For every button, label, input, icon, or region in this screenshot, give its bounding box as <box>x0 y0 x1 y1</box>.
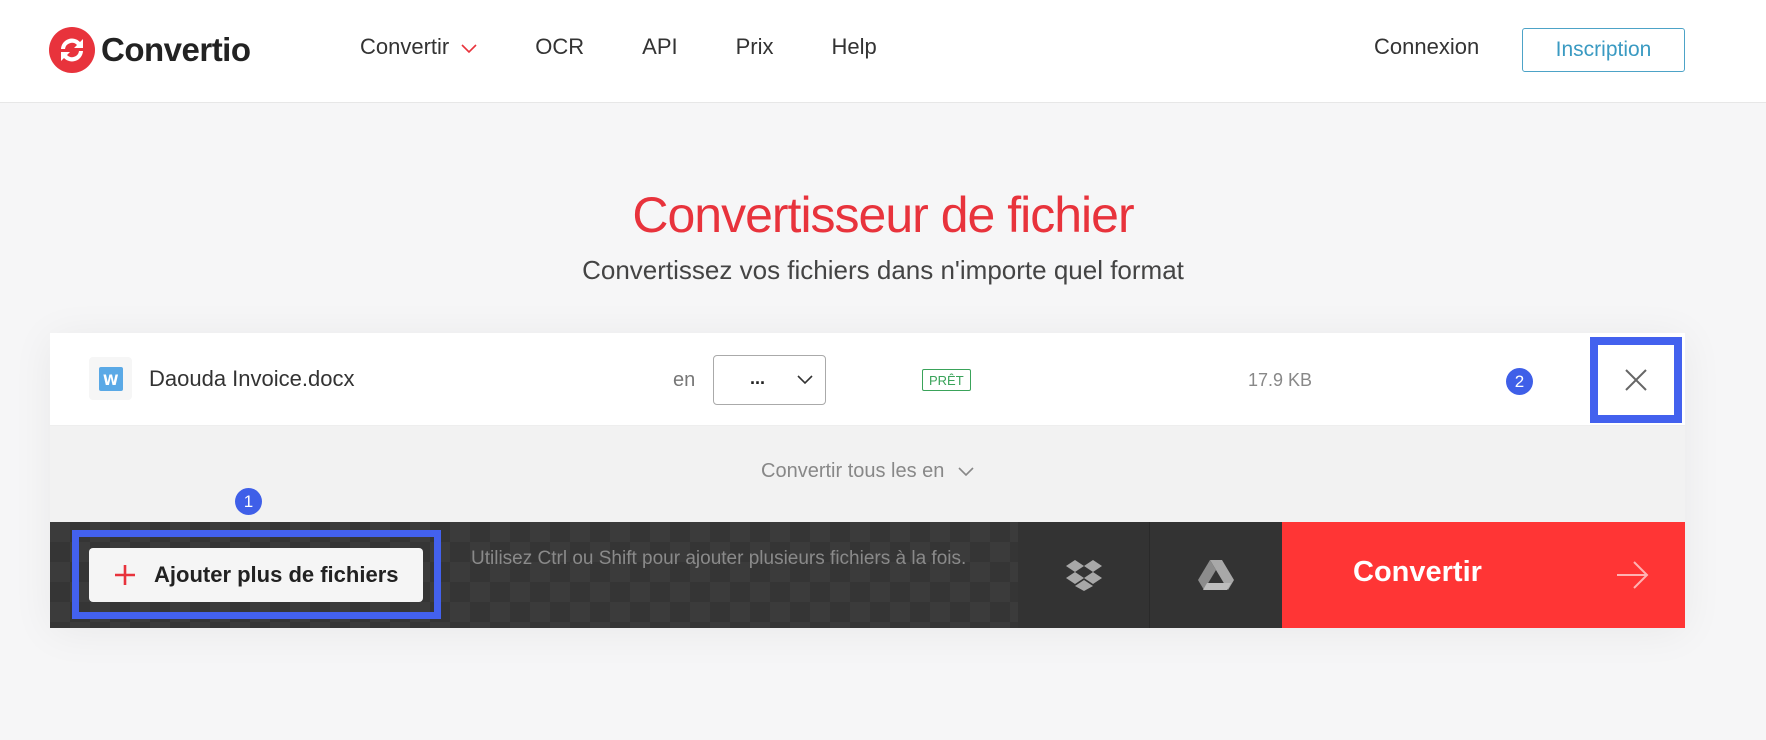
convert-all-dropdown[interactable]: Convertir tous les en <box>50 460 1685 483</box>
top-header: Convertio Convertir OCR API Prix Help Co… <box>0 0 1766 103</box>
nav-help[interactable]: Help <box>832 34 877 60</box>
dropbox-button[interactable] <box>1018 522 1150 628</box>
annotation-badge-1: 1 <box>235 488 262 515</box>
logo-text: Convertio <box>101 31 251 68</box>
chevron-down-icon <box>461 43 477 53</box>
arrow-right-icon <box>1617 561 1649 589</box>
convert-all-label: Convertir tous les en <box>761 460 945 482</box>
to-label: en <box>673 369 696 391</box>
nav-api[interactable]: API <box>642 34 677 60</box>
convert-all-row: Convertir tous les en <box>50 426 1685 522</box>
convert-button[interactable]: Convertir <box>1282 522 1685 628</box>
nav-convertir[interactable]: Convertir <box>360 34 477 60</box>
file-panel: W Daouda Invoice.docx en ... PRÊT 17.9 K… <box>50 333 1685 628</box>
convertio-logo-icon <box>49 27 95 73</box>
dropbox-icon <box>1065 560 1102 591</box>
convert-button-label: Convertir <box>1353 556 1482 588</box>
add-files-label: Ajouter plus de fichiers <box>154 562 399 587</box>
logo[interactable]: Convertio <box>49 27 251 73</box>
signup-button[interactable]: Inscription <box>1522 28 1685 72</box>
google-drive-icon <box>1198 560 1234 590</box>
format-select-value: ... <box>750 368 766 388</box>
plus-icon <box>115 565 135 585</box>
login-link[interactable]: Connexion <box>1374 34 1479 60</box>
chevron-down-icon <box>797 375 813 385</box>
remove-file-button[interactable] <box>1590 337 1682 423</box>
annotation-badge-2: 2 <box>1506 368 1533 395</box>
page-title: Convertisseur de fichier <box>632 187 1134 243</box>
action-bar: Ajouter plus de fichiers Utilisez Ctrl o… <box>50 522 1685 628</box>
add-files-hint: Utilisez Ctrl ou Shift pour ajouter plus… <box>471 548 967 569</box>
file-row: W Daouda Invoice.docx en ... PRÊT 17.9 K… <box>50 333 1685 426</box>
close-icon <box>1625 369 1647 391</box>
file-name: Daouda Invoice.docx <box>149 366 355 391</box>
nav-prix[interactable]: Prix <box>736 34 774 60</box>
main-nav: Convertir OCR API Prix Help <box>360 34 935 60</box>
add-files-button[interactable]: Ajouter plus de fichiers <box>89 548 423 602</box>
status-badge: PRÊT <box>922 369 971 391</box>
nav-convertir-label: Convertir <box>360 34 450 59</box>
format-select[interactable]: ... <box>713 355 826 405</box>
svg-text:W: W <box>103 373 118 389</box>
file-size: 17.9 KB <box>1248 370 1313 390</box>
nav-ocr[interactable]: OCR <box>535 34 584 60</box>
word-file-icon: W <box>89 357 132 400</box>
chevron-down-icon <box>958 467 974 476</box>
google-drive-button[interactable] <box>1150 522 1282 628</box>
page-subtitle: Convertissez vos fichiers dans n'importe… <box>582 255 1184 285</box>
